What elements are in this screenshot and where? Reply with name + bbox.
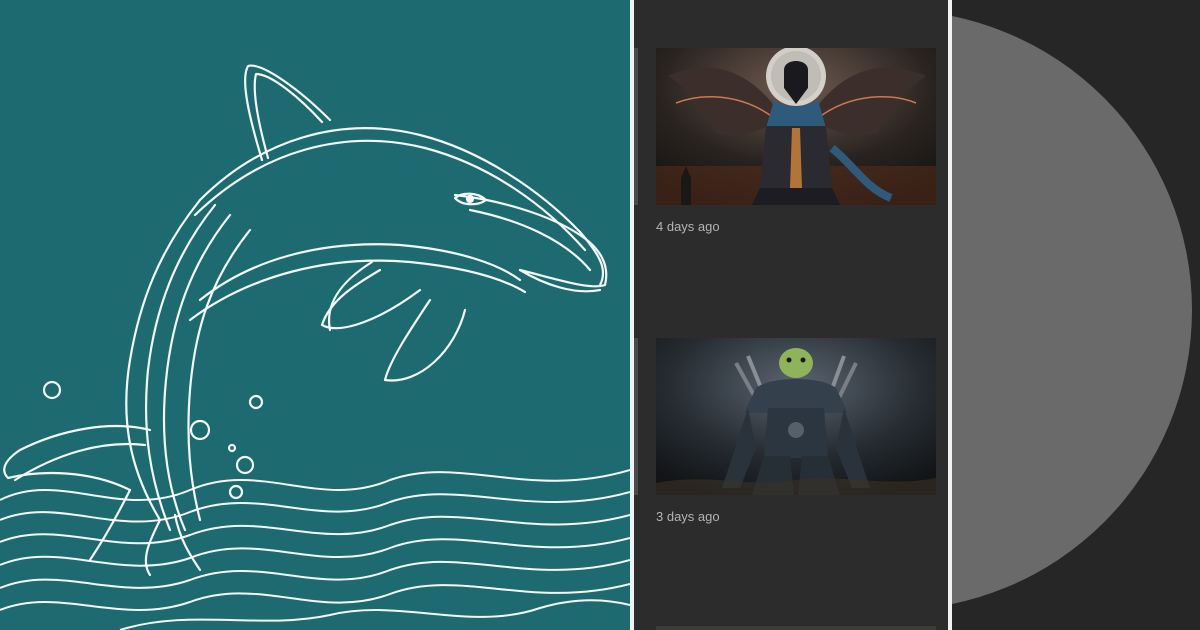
image-feed[interactable]: 4 days ago 3 days ago [634,0,948,630]
next-card-thumbnail[interactable] [656,626,936,630]
feed-card[interactable]: 4 days ago [656,48,936,234]
turtle-warrior-thumbnail[interactable] [656,338,936,495]
adjacent-card-edge [634,338,638,495]
card-timestamp: 4 days ago [656,219,720,234]
grey-disc-shape [952,10,1192,610]
disc-panel [952,0,1200,630]
raven-knight-image [656,48,936,205]
dolphin-line-art-image [0,64,630,630]
turtle-warrior-image [656,338,936,495]
card-timestamp: 3 days ago [656,509,720,524]
adjacent-card-edge [634,48,638,205]
dolphin-artwork-panel [0,0,630,630]
feed-card[interactable]: 3 days ago [656,338,936,524]
raven-knight-thumbnail[interactable] [656,48,936,205]
